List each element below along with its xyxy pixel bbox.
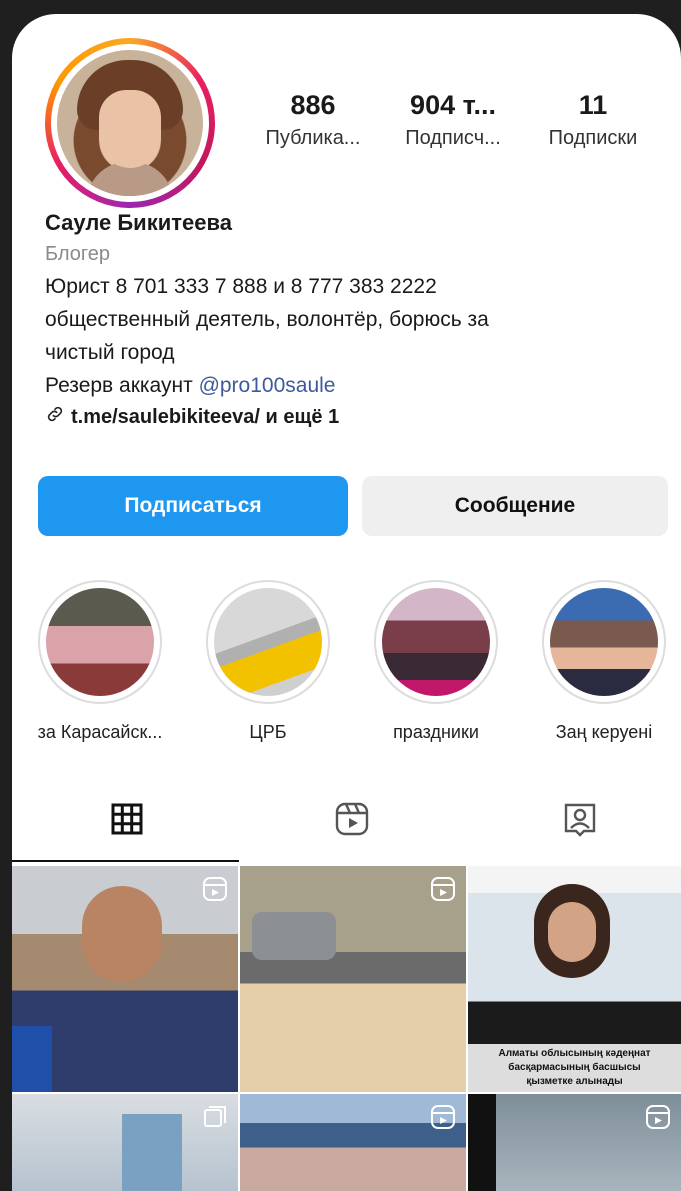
active-tab-indicator [12, 860, 239, 862]
highlight-cover [214, 588, 322, 696]
highlight-label: праздники [393, 722, 479, 742]
post-thumbnail[interactable] [468, 1094, 681, 1191]
message-button[interactable]: Сообщение [362, 476, 668, 536]
profile-category: Блогер [45, 243, 111, 265]
reel-icon [645, 1104, 671, 1135]
highlight-label: Заң керуені [555, 722, 653, 742]
followers-label: Подписч... [405, 127, 501, 149]
grid-icon [110, 802, 144, 841]
caption-line: Алматы облысының кәдеңнат [498, 1048, 651, 1059]
post-thumbnail[interactable] [12, 866, 238, 1092]
story-highlight[interactable]: ЦРБ [198, 580, 338, 743]
highlight-cover [46, 588, 154, 696]
tagged-icon [562, 801, 598, 842]
post-thumbnail[interactable] [240, 1094, 466, 1191]
reserve-account-mention[interactable]: @pro100saule [199, 374, 336, 397]
bio-line: Юрист 8 701 333 7 888 и 8 777 383 2222 [45, 275, 437, 298]
highlight-cover [550, 588, 658, 696]
following-label: Подписки [548, 127, 638, 149]
tab-reels[interactable] [322, 800, 382, 842]
story-highlight[interactable]: праздники [366, 580, 506, 743]
reel-icon [430, 876, 456, 907]
bio-line: чистый город [45, 341, 175, 364]
link-icon [45, 404, 65, 430]
post-thumbnail[interactable] [240, 866, 466, 1092]
reserve-prefix: Резерв аккаунт [45, 374, 199, 397]
tab-tagged[interactable] [550, 800, 610, 842]
story-highlight[interactable]: за Карасайск... [30, 580, 170, 743]
profile-screen: 886 Публика... 904 т... Подписч... 11 По… [12, 14, 681, 1191]
following-count: 11 [578, 90, 608, 120]
stat-posts[interactable]: 886 Публика... [248, 90, 378, 150]
reels-icon [334, 801, 370, 842]
bio-link-text: t.me/saulebikiteeva/ и ещё 1 [71, 405, 340, 428]
followers-count: 904 т... [410, 90, 496, 120]
stat-followers[interactable]: 904 т... Подписч... [388, 90, 518, 150]
avatar-photo [57, 50, 203, 196]
profile-avatar[interactable] [45, 38, 215, 208]
reel-icon [202, 876, 228, 907]
posts-count: 886 [290, 90, 336, 120]
follow-button[interactable]: Подписаться [38, 476, 348, 536]
highlight-label: за Карасайск... [37, 722, 163, 742]
profile-name: Сауле Бикитеева [45, 210, 232, 235]
story-highlight[interactable]: Заң керуені [534, 580, 674, 743]
highlight-label: ЦРБ [249, 722, 287, 742]
carousel-icon [202, 1104, 228, 1135]
highlight-cover [382, 588, 490, 696]
post-thumbnail[interactable] [12, 1094, 238, 1191]
reel-icon [430, 1104, 456, 1135]
profile-bio: Сауле Бикитеева Блогер Юрист 8 701 333 7… [45, 210, 665, 430]
post-thumbnail[interactable]: Алматы облысының кәдеңнат басқармасының … [468, 866, 681, 1092]
caption-line: басқармасының басшысы [508, 1062, 641, 1073]
bio-link[interactable]: t.me/saulebikiteeva/ и ещё 1 [45, 404, 665, 430]
caption-line: қызметке алынады [526, 1076, 623, 1087]
post-caption: Алматы облысының кәдеңнат басқармасының … [468, 1044, 681, 1092]
stat-following[interactable]: 11 Подписки [528, 90, 658, 150]
bio-line: общественный деятель, волонтёр, борюсь з… [45, 308, 489, 331]
posts-label: Публика... [265, 127, 361, 149]
tab-posts-grid[interactable] [97, 800, 157, 842]
bio-reserve-line: Резерв аккаунт @pro100saule [45, 369, 665, 402]
